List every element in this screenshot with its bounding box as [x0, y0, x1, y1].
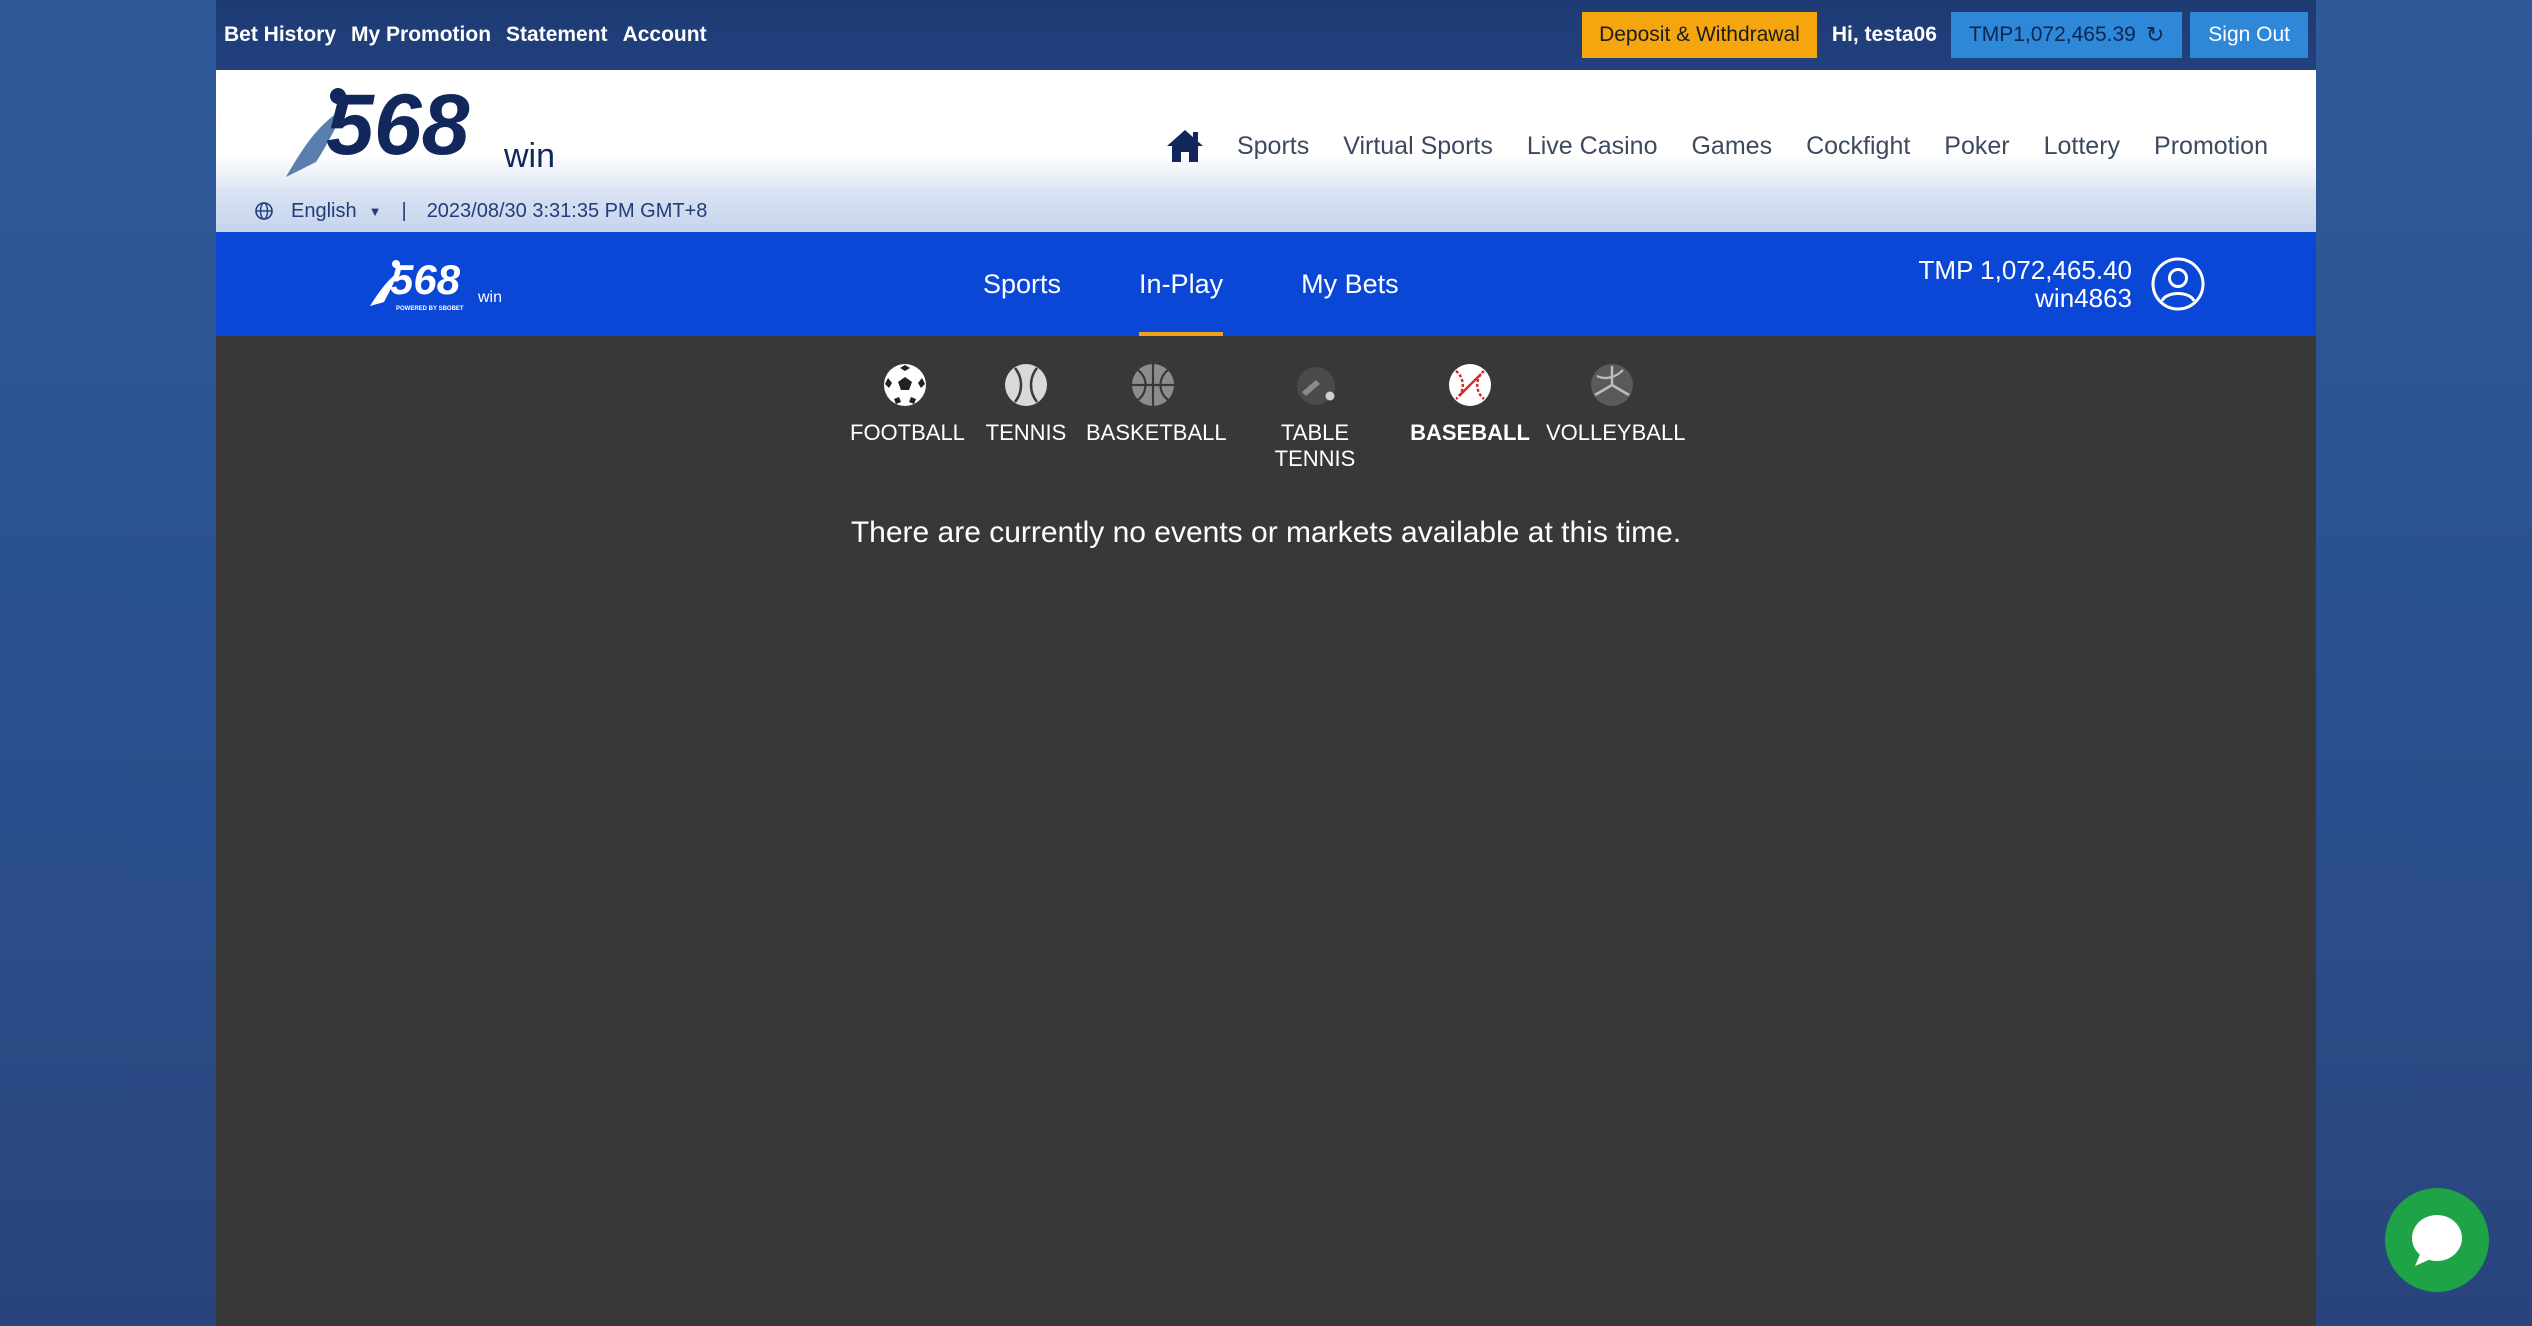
chat-button[interactable]: [2385, 1188, 2489, 1292]
nav-games[interactable]: Games: [1691, 132, 1772, 161]
sportsbook-logo[interactable]: 568 win POWERED BY SBOBET: [368, 256, 508, 314]
basketball-icon: [1132, 364, 1174, 406]
site-logo[interactable]: 568 win: [276, 82, 566, 182]
sport-label: FOOTBALL: [850, 420, 965, 445]
tab-my-bets[interactable]: My Bets: [1301, 232, 1399, 336]
balance-button[interactable]: TMP1,072,465.39 ↻: [1950, 12, 2183, 58]
deposit-withdrawal-button[interactable]: Deposit & Withdrawal: [1582, 12, 1817, 58]
sport-label: BASEBALL: [1410, 420, 1530, 445]
sport-label: VOLLEYBALL: [1546, 420, 1686, 445]
account-link[interactable]: Account: [623, 23, 707, 47]
info-strip: English ▼ | 2023/08/30 3:31:35 PM GMT+8: [216, 190, 2316, 232]
sport-filter-row: FOOTBALL TENNIS BASKETBALL TABLE TENNIS …: [216, 336, 2316, 471]
chat-bubble-icon: [2412, 1215, 2462, 1266]
sport-label: TENNIS: [985, 420, 1067, 445]
language-label: English: [291, 199, 357, 222]
sportsbook-logo-text: 568: [390, 256, 461, 303]
nav-cockfight[interactable]: Cockfight: [1806, 132, 1910, 161]
sportsbook-username: win4863: [2035, 283, 2132, 313]
statement-link[interactable]: Statement: [506, 23, 608, 47]
baseball-icon: [1449, 364, 1491, 406]
chevron-down-icon: ▼: [368, 203, 382, 219]
language-selector[interactable]: English ▼: [254, 200, 381, 223]
bet-history-link[interactable]: Bet History: [224, 23, 336, 47]
nav-virtual-sports[interactable]: Virtual Sports: [1343, 132, 1493, 161]
sportsbook-logo-tagline: POWERED BY SBOBET: [396, 306, 464, 312]
sport-baseball[interactable]: BASEBALL: [1410, 362, 1530, 446]
nav-lottery[interactable]: Lottery: [2044, 132, 2120, 161]
sportsbook-tabs: Sports In-Play My Bets: [983, 232, 1477, 336]
user-greeting: Hi, testa06: [1831, 23, 1937, 46]
page-container: Bet History My Promotion Statement Accou…: [216, 0, 2316, 1326]
sport-label: BASKETBALL: [1086, 420, 1227, 445]
logo-text: 568: [326, 82, 470, 173]
tennis-icon: [1005, 364, 1047, 406]
nav-live-casino[interactable]: Live Casino: [1527, 132, 1658, 161]
tab-in-play[interactable]: In-Play: [1139, 232, 1224, 336]
sign-out-button[interactable]: Sign Out: [2190, 12, 2308, 58]
sport-table-tennis[interactable]: TABLE TENNIS: [1240, 362, 1390, 472]
sport-basketball[interactable]: BASKETBALL: [1086, 362, 1227, 446]
sportsbook-header: 568 win POWERED BY SBOBET Sports In-Play…: [216, 232, 2316, 336]
football-icon: [884, 364, 926, 406]
sport-label: TABLE TENNIS: [1274, 420, 1356, 471]
logo-suffix: win: [503, 137, 555, 175]
tab-sports[interactable]: Sports: [983, 232, 1061, 336]
main-nav: Sports Virtual Sports Live Casino Games …: [1165, 128, 2268, 164]
divider: |: [401, 199, 407, 222]
table-tennis-icon: [1297, 367, 1335, 405]
nav-promotion[interactable]: Promotion: [2154, 132, 2268, 161]
top-right-controls: Deposit & Withdrawal Hi, testa06 TMP1,07…: [1582, 12, 2308, 58]
sport-football[interactable]: FOOTBALL: [850, 362, 965, 446]
account-links: Bet History My Promotion Statement Accou…: [216, 23, 722, 47]
home-icon[interactable]: [1165, 128, 1205, 164]
top-bar: Bet History My Promotion Statement Accou…: [216, 0, 2316, 70]
nav-sports[interactable]: Sports: [1237, 132, 1309, 161]
nav-poker[interactable]: Poker: [1944, 132, 2009, 161]
sportsbook-logo-suffix: win: [477, 289, 502, 306]
my-promotion-link[interactable]: My Promotion: [351, 23, 491, 47]
site-header: 568 win Sports Virtual Sports Live Casin…: [216, 70, 2316, 190]
user-circle-icon[interactable]: [2150, 256, 2206, 312]
volleyball-icon: [1591, 364, 1633, 406]
sport-tennis[interactable]: TENNIS: [980, 362, 1072, 446]
sport-volleyball[interactable]: VOLLEYBALL: [1546, 362, 1685, 446]
sportsbook-balance: TMP 1,072,465.40: [1918, 255, 2132, 285]
refresh-icon[interactable]: ↻: [2146, 12, 2164, 58]
sportsbook-account-info: TMP 1,072,465.40 win4863: [1919, 256, 2132, 312]
current-datetime: 2023/08/30 3:31:35 PM GMT+8: [426, 199, 708, 222]
no-events-message: There are currently no events or markets…: [850, 516, 1682, 549]
balance-value: TMP1,072,465.39: [1968, 23, 2136, 46]
globe-icon: [255, 202, 273, 220]
